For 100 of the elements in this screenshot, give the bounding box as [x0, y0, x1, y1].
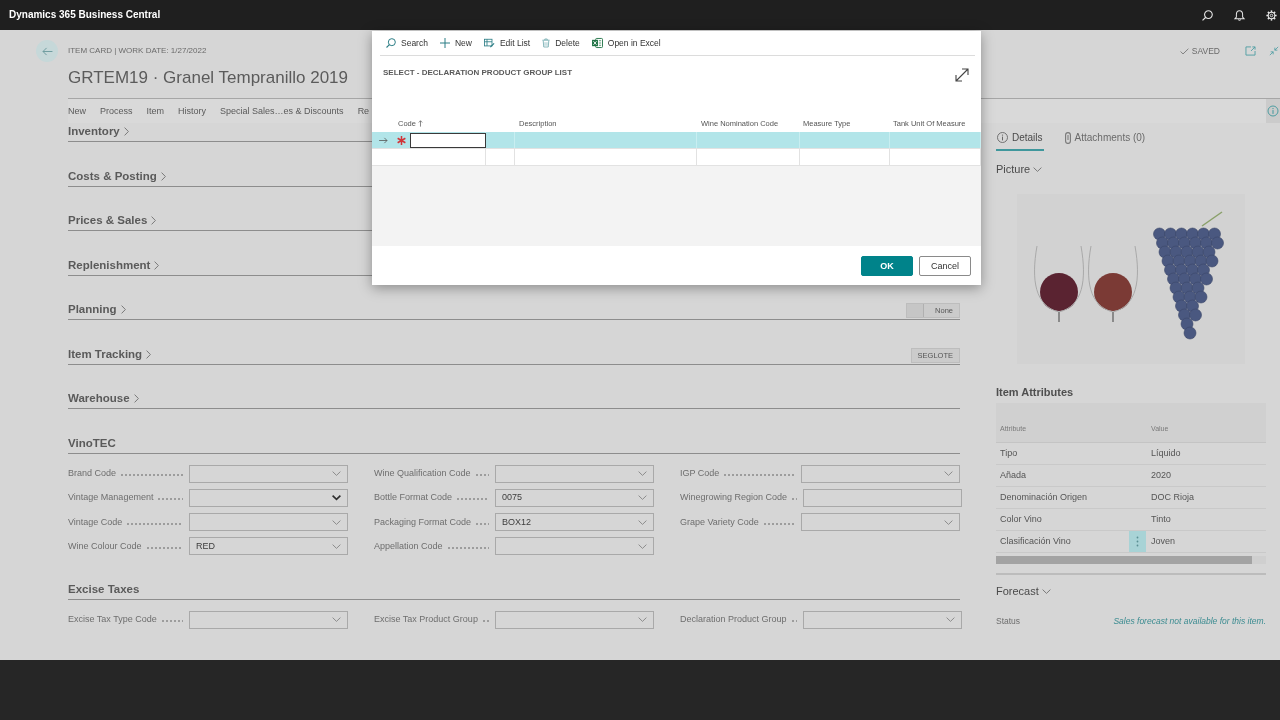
table-cell-text: 2020: [1150, 469, 1173, 482]
field-label: Winegrowing Region Code: [680, 492, 788, 504]
field-label: IGP Code: [680, 468, 720, 479]
toolbar-button[interactable]: Delete: [542, 37, 580, 49]
tab[interactable]: Attachments (0): [1063, 129, 1147, 151]
tab[interactable]: Details: [996, 129, 1044, 151]
dropdown-field[interactable]: RED: [189, 537, 348, 556]
table-cell-text: Color Vino: [999, 513, 1043, 526]
back-button[interactable]: [36, 40, 58, 62]
field-label: Bottle Format Code: [374, 492, 453, 504]
status-value: Sales forecast not available for this item.: [1113, 616, 1266, 627]
chevron-down-icon[interactable]: [332, 495, 341, 501]
field-label: Declaration Product Group: [680, 614, 787, 626]
dropdown-field[interactable]: [801, 464, 960, 483]
table-cell-text: Tipo: [999, 447, 1019, 460]
dropdown-field[interactable]: [495, 537, 654, 556]
toolbar-button[interactable]: Search: [386, 37, 428, 49]
chevron-right-icon[interactable]: [160, 171, 166, 181]
edit-list-icon: [483, 38, 495, 48]
toolbar-button[interactable]: New: [439, 37, 472, 49]
save-status: SAVED: [1191, 45, 1220, 57]
table-cell-text: Clasificación Vino: [999, 535, 1072, 548]
table-row[interactable]: [372, 132, 981, 149]
dropdown-field[interactable]: [189, 610, 348, 629]
arrow-right-icon: [379, 136, 388, 144]
arrow-left-icon: [41, 46, 53, 56]
section-title[interactable]: Picture: [996, 162, 1031, 176]
dropdown-field[interactable]: [189, 488, 348, 507]
table-cell-text: Líquido: [1150, 447, 1182, 460]
breadcrumb: ITEM CARD | WORK DATE: 1/27/2022: [68, 45, 208, 56]
settings-icon[interactable]: [1266, 9, 1277, 21]
menu-item[interactable]: Item: [146, 105, 165, 117]
field-label: Excise Tax Type Code: [68, 614, 157, 626]
plus-icon: [439, 38, 450, 48]
vertical-ellipsis-icon[interactable]: [1129, 531, 1146, 552]
text-field[interactable]: [803, 488, 963, 507]
chevron-right-icon[interactable]: [146, 349, 152, 359]
bell-icon[interactable]: [1234, 9, 1245, 21]
dropdown-field[interactable]: BOX12: [495, 513, 654, 532]
table-cell-text: Joven: [1150, 535, 1177, 548]
field-label: Wine Colour Code: [68, 540, 142, 552]
trash-icon: [542, 38, 551, 48]
info-icon: [997, 132, 1008, 143]
section-title[interactable]: Inventory: [68, 123, 120, 140]
field-label: Excise Tax Product Group: [374, 614, 478, 626]
dialog-title: SELECT - DECLARATION PRODUCT GROUP LIST: [383, 68, 573, 78]
field-label: Brand Code: [68, 468, 117, 479]
toolbar-button[interactable]: Open in Excel: [591, 37, 661, 49]
chevron-right-icon[interactable]: [154, 260, 160, 270]
section-title[interactable]: Warehouse: [68, 390, 130, 407]
search-icon: [386, 38, 396, 48]
section-title[interactable]: Planning: [68, 301, 117, 318]
menu-item[interactable]: Re: [357, 105, 370, 117]
dropdown-field[interactable]: [189, 513, 348, 532]
table-cell-text: Denominación Origen: [999, 491, 1089, 504]
table-cell-text: DOC Rioja: [1150, 491, 1195, 504]
menu-item[interactable]: New: [68, 105, 86, 117]
table-cell-text: Añada: [999, 469, 1028, 482]
section-title[interactable]: Prices & Sales: [68, 212, 148, 229]
dropdown-field[interactable]: [801, 513, 960, 532]
spreadsheet-icon: [591, 38, 603, 48]
menu-item[interactable]: Special Sales…es & Discounts: [220, 105, 344, 117]
chevron-right-icon[interactable]: [120, 305, 126, 314]
paperclip-icon: [1064, 131, 1071, 144]
field-label: Vintage Code: [68, 516, 123, 528]
search-icon[interactable]: [1202, 9, 1213, 21]
chevron-right-icon[interactable]: [151, 216, 157, 225]
section-title[interactable]: Costs & Posting: [68, 167, 157, 185]
expand-icon[interactable]: [955, 68, 969, 82]
section-title[interactable]: Item Attributes: [996, 385, 1266, 399]
section-title[interactable]: Item Tracking: [68, 345, 143, 363]
field-label: Wine Qualification Code: [374, 468, 471, 479]
table-cell-text: Tinto: [1150, 513, 1172, 526]
field-label: Grape Variety Code: [680, 516, 759, 528]
open-window-icon[interactable]: [1245, 46, 1256, 56]
section-title[interactable]: Replenishment: [68, 256, 151, 274]
field-label: Vintage Management: [68, 492, 154, 504]
toolbar-button[interactable]: Edit List: [483, 37, 531, 49]
page-title: GRTEM19 · Granel Tempranillo 2019: [68, 67, 348, 89]
dropdown-field[interactable]: 0075: [495, 488, 654, 507]
menu-item[interactable]: History: [178, 105, 207, 117]
menu-item[interactable]: Process: [100, 105, 133, 117]
app-title: Dynamics 365 Business Central: [9, 9, 161, 21]
chevron-right-icon[interactable]: [133, 394, 139, 403]
field-label: Packaging Format Code: [374, 516, 472, 528]
dropdown-field[interactable]: [802, 610, 962, 629]
dropdown-field[interactable]: [495, 610, 654, 629]
cancel-button[interactable]: Cancel: [919, 255, 971, 276]
code-input[interactable]: [410, 132, 486, 148]
dropdown-field[interactable]: [495, 464, 654, 483]
section-title[interactable]: Forecast: [996, 584, 1039, 598]
dropdown-field[interactable]: [189, 464, 348, 483]
collapse-icon[interactable]: [1269, 46, 1279, 56]
section-title[interactable]: Excise Taxes: [68, 580, 140, 598]
field-label: Appellation Code: [374, 540, 443, 552]
chevron-right-icon[interactable]: [123, 127, 129, 136]
field-label: Status: [996, 616, 1021, 627]
info-icon[interactable]: [1266, 99, 1280, 123]
ok-button[interactable]: OK: [861, 255, 913, 276]
section-title[interactable]: VinoTEC: [68, 434, 116, 452]
